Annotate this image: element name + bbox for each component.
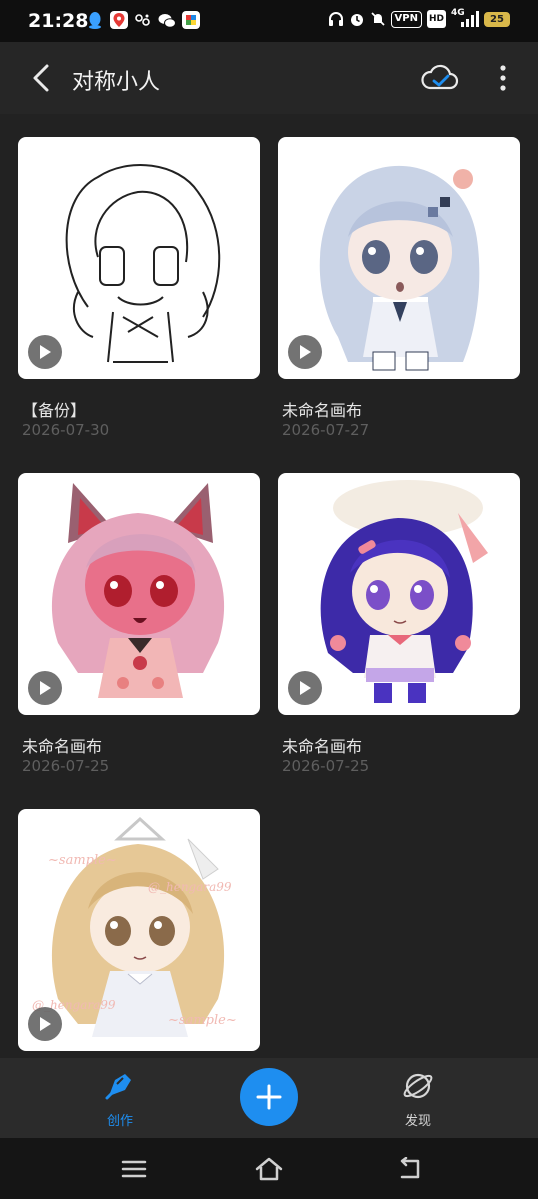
play-icon <box>300 345 311 359</box>
return-icon <box>400 1157 420 1179</box>
signal-icon: 4G <box>451 8 479 28</box>
artwork-date: 2026-07-25 <box>22 757 110 775</box>
back-button[interactable] <box>24 60 58 96</box>
network-type: 4G <box>451 8 465 18</box>
map-pin-icon <box>110 11 128 29</box>
nav-discover-label: 发现 <box>404 1114 431 1129</box>
artwork-name: 未命名画布 <box>282 737 363 756</box>
menu-icon <box>121 1160 147 1178</box>
hd-badge: HD <box>426 10 446 28</box>
system-navigation-bar <box>0 1138 538 1199</box>
artwork-thumbnail[interactable] <box>18 473 260 715</box>
page-title: 对称小人 <box>72 70 161 95</box>
system-status-icons: VPN HD 4G 25 <box>328 8 510 28</box>
battery-indicator: 25 <box>484 11 510 27</box>
plus-icon <box>256 1084 282 1110</box>
bottom-navigation: 创作 发现 <box>0 1058 538 1138</box>
artwork-date: 2026-07-27 <box>282 421 370 439</box>
status-bar: 21:28 VPN HD 4G 25 <box>0 0 538 42</box>
play-icon <box>40 681 51 695</box>
add-artwork-button[interactable] <box>240 1068 298 1126</box>
alarm-icon <box>349 10 365 28</box>
notification-icons <box>86 11 200 29</box>
nav-discover[interactable]: 发现 <box>378 1070 458 1129</box>
artwork-thumbnail[interactable] <box>18 137 260 379</box>
play-timelapse-button[interactable] <box>288 335 322 369</box>
app-icon <box>182 11 200 29</box>
artwork-thumbnail[interactable]: ~sample~ @_hengara99 @_hengara99 ~sample… <box>18 809 260 1051</box>
recent-apps-button[interactable] <box>114 1152 154 1186</box>
battery-level: 25 <box>490 13 504 25</box>
wind-icon <box>134 11 152 29</box>
play-icon <box>300 681 311 695</box>
more-vertical-icon <box>500 65 506 91</box>
cloud-sync-button[interactable] <box>420 60 460 96</box>
cloud-check-icon <box>421 64 459 90</box>
brush-icon <box>105 1074 131 1100</box>
artwork-date: 2026-07-30 <box>22 421 110 439</box>
mute-icon <box>370 10 386 28</box>
wechat-icon <box>158 11 176 29</box>
headphones-icon <box>328 10 344 28</box>
more-options-button[interactable] <box>488 58 518 98</box>
watermark-handle-top: @_hengara99 <box>148 880 232 894</box>
app-header: 对称小人 <box>0 42 538 114</box>
play-timelapse-button[interactable] <box>28 671 62 705</box>
status-time: 21:28 <box>28 10 89 32</box>
nav-create[interactable]: 创作 <box>80 1070 160 1129</box>
home-icon <box>255 1157 283 1181</box>
planet-icon <box>403 1073 433 1099</box>
home-button[interactable] <box>249 1152 289 1186</box>
nav-create-label: 创作 <box>106 1114 133 1129</box>
artwork-name: 未命名画布 <box>282 401 363 420</box>
artwork-date: 2026-07-25 <box>282 757 370 775</box>
artwork-name: 未命名画布 <box>22 737 103 756</box>
play-icon <box>40 345 51 359</box>
qq-icon <box>86 11 104 29</box>
watermark-sample-top: ~sample~ <box>48 853 117 868</box>
play-timelapse-button[interactable] <box>28 335 62 369</box>
watermark-sample-bottom: ~sample~ <box>168 1013 237 1028</box>
artwork-name: 【备份】 <box>22 401 87 420</box>
play-timelapse-button[interactable] <box>28 1007 62 1041</box>
back-system-button[interactable] <box>390 1152 430 1186</box>
artwork-thumbnail[interactable] <box>278 137 520 379</box>
chevron-left-icon <box>33 64 49 92</box>
vpn-badge: VPN <box>390 10 422 28</box>
play-icon <box>40 1017 51 1031</box>
play-timelapse-button[interactable] <box>288 671 322 705</box>
artwork-thumbnail[interactable] <box>278 473 520 715</box>
